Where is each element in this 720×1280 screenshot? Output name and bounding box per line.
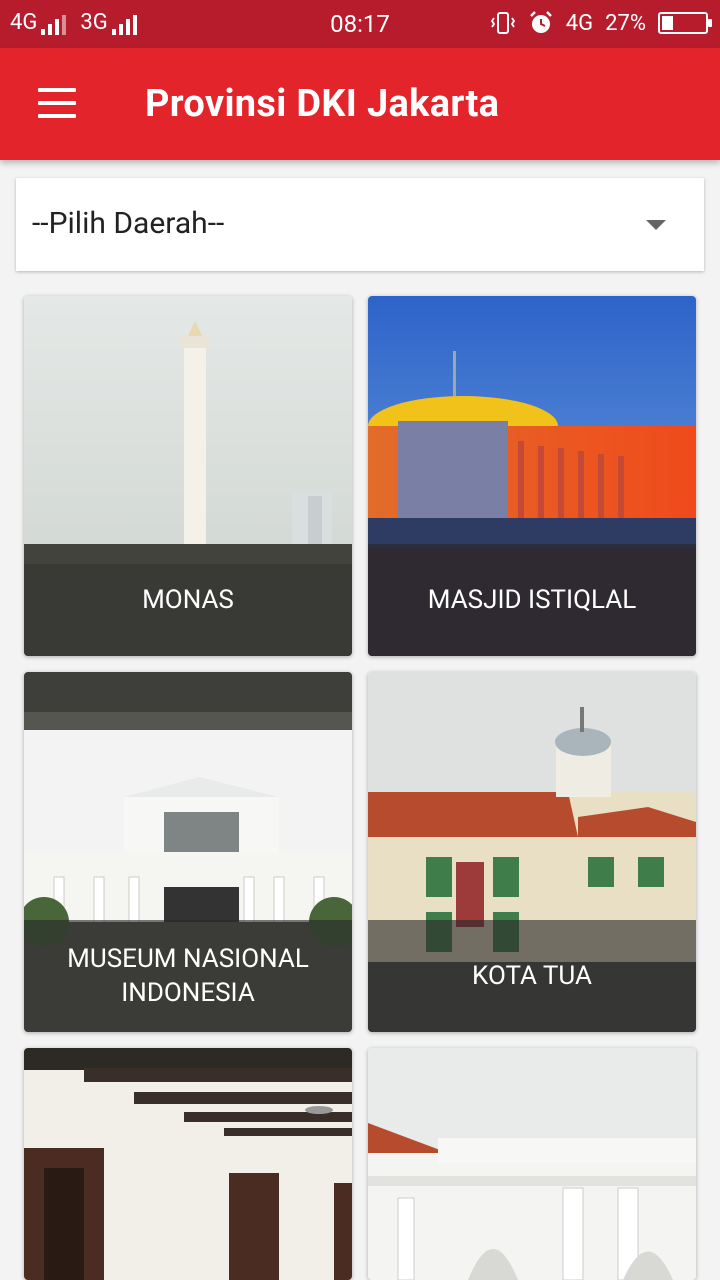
status-bar: 4G 3G 08:17 4G 27% (0, 0, 720, 48)
alarm-icon (529, 11, 552, 33)
place-card-label: MUSEUM NASIONAL INDONESIA (24, 920, 352, 1032)
hamburger-menu-icon[interactable] (38, 88, 76, 118)
place-card-label: KOTA TUA (368, 920, 696, 1032)
place-card-6[interactable] (368, 1048, 696, 1280)
place-card-label: MASJID ISTIQLAL (368, 544, 696, 656)
place-card-monas[interactable]: MONAS (24, 296, 352, 656)
vibrate-icon (490, 12, 515, 34)
place-image-6 (368, 1048, 696, 1280)
caret-down-icon (646, 220, 666, 230)
region-dropdown[interactable]: --Pilih Daerah-- (16, 178, 704, 271)
battery-percent: 27% (605, 10, 646, 36)
app-bar: Provinsi DKI Jakarta (0, 48, 720, 160)
network-type-3: 4G (565, 10, 594, 36)
place-image-5 (24, 1048, 352, 1280)
place-card-label: MONAS (24, 544, 352, 656)
place-card-masjid-istiqlal[interactable]: MASJID ISTIQLAL (368, 296, 696, 656)
dropdown-selected-value: --Pilih Daerah-- (32, 206, 225, 241)
battery-icon (658, 12, 712, 34)
battery-fill (662, 16, 673, 30)
page-title: Provinsi DKI Jakarta (145, 82, 500, 126)
place-card-kota-tua[interactable]: KOTA TUA (368, 672, 696, 1032)
place-card-museum-nasional[interactable]: MUSEUM NASIONAL INDONESIA (24, 672, 352, 1032)
system-indicators: 4G 27% (490, 10, 712, 36)
place-card-5[interactable] (24, 1048, 352, 1280)
